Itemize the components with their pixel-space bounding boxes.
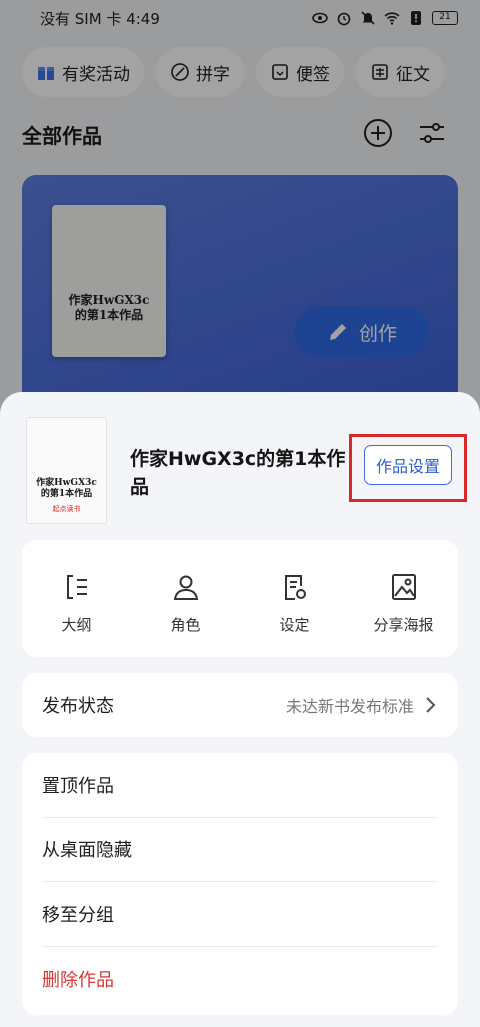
tool-label: 分享海报 [373,616,434,634]
tool-label: 设定 [279,616,310,634]
tool-setting[interactable]: 设定 [240,540,349,657]
book-cover-thumbnail: 作家HwGX3c 的第1本作品 起点读书 [26,417,107,524]
person-icon [173,575,198,600]
tool-share-poster[interactable]: 分享海报 [349,540,458,657]
chevron-right-icon [426,697,436,713]
outline-icon [66,575,87,599]
book-title: 作家HwGX3c的第1本作品 [130,448,346,498]
tool-label: 大纲 [61,616,92,634]
poster-image-icon [391,574,416,600]
menu-delete-work[interactable]: 删除作品 [42,947,438,1012]
menu-hide-from-desktop[interactable]: 从桌面隐藏 [42,818,438,882]
tools-card: 大纲 角色 设定 分享海报 [22,540,458,657]
publish-status-row[interactable]: 发布状态 未达新书发布标准 [22,673,458,737]
thumbnail-brand: 起点读书 [52,505,81,513]
tool-outline[interactable]: 大纲 [22,540,131,657]
menu-pin-work[interactable]: 置顶作品 [42,753,438,818]
publish-status-value: 未达新书发布标准 [285,697,414,716]
actions-menu: 置顶作品 从桌面隐藏 移至分组 删除作品 [22,753,458,1015]
annotation-highlight-box [349,434,467,502]
thumbnail-title: 作家HwGX3c 的第1本作品 [36,478,97,499]
tool-label: 角色 [170,616,201,634]
document-settings-icon [284,575,306,600]
publish-status-label: 发布状态 [42,696,114,717]
tool-character[interactable]: 角色 [131,540,240,657]
menu-move-to-group[interactable]: 移至分组 [42,882,438,947]
